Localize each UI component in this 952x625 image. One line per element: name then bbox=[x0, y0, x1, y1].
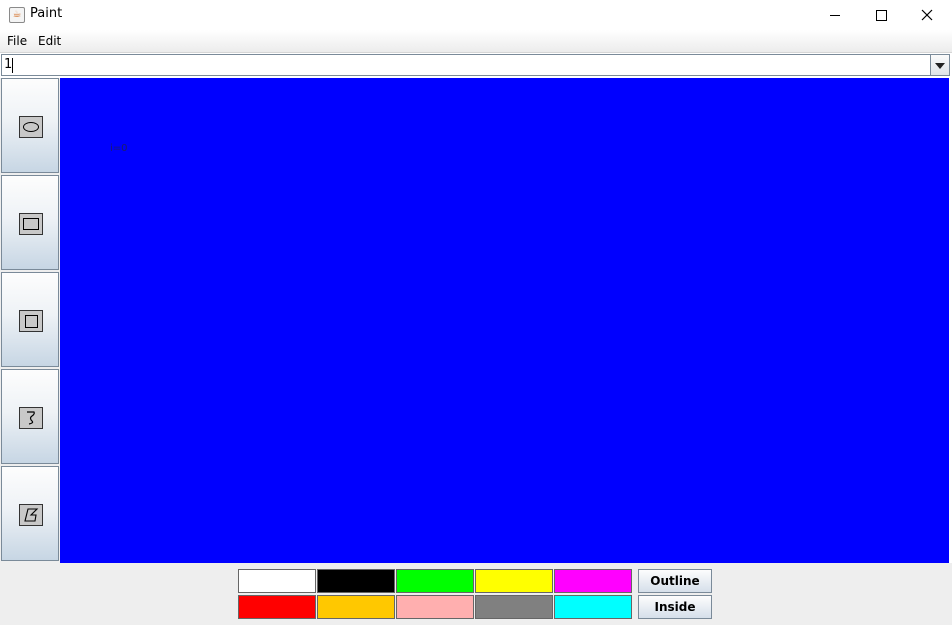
color-swatch-magenta[interactable] bbox=[554, 569, 632, 593]
chevron-down-icon bbox=[935, 63, 945, 69]
color-palette-panel: Outline Inside bbox=[0, 563, 952, 625]
menu-file[interactable]: File bbox=[7, 34, 27, 48]
menu-bar: File Edit bbox=[0, 30, 952, 53]
color-swatch-cyan[interactable] bbox=[554, 595, 632, 619]
tool-ellipse-button[interactable] bbox=[1, 78, 59, 173]
tool-square-button[interactable] bbox=[1, 272, 59, 367]
window-title: Paint bbox=[30, 6, 63, 21]
color-swatch-red[interactable] bbox=[238, 595, 316, 619]
ellipse-icon bbox=[19, 116, 43, 138]
inside-button[interactable]: Inside bbox=[638, 595, 712, 619]
color-swatch-orange[interactable] bbox=[317, 595, 395, 619]
tool-polygon-button[interactable] bbox=[1, 466, 59, 561]
color-swatch-black[interactable] bbox=[317, 569, 395, 593]
tool-rectangle-button[interactable] bbox=[1, 175, 59, 270]
java-cup-icon: ☕ bbox=[9, 7, 25, 23]
text-caret bbox=[12, 58, 13, 73]
outline-button[interactable]: Outline bbox=[638, 569, 712, 593]
color-swatch-white[interactable] bbox=[238, 569, 316, 593]
combo-dropdown-button[interactable] bbox=[930, 55, 949, 75]
close-button[interactable] bbox=[904, 0, 950, 30]
color-swatch-gray[interactable] bbox=[475, 595, 553, 619]
tool-freehand-button[interactable] bbox=[1, 369, 59, 464]
canvas-debug-text: i=0 bbox=[110, 143, 128, 154]
freehand-icon bbox=[19, 407, 43, 429]
square-icon bbox=[19, 310, 43, 332]
color-swatch-green[interactable] bbox=[396, 569, 474, 593]
maximize-icon bbox=[875, 9, 887, 21]
rectangle-icon bbox=[19, 213, 43, 235]
minimize-icon bbox=[830, 14, 840, 16]
menu-edit[interactable]: Edit bbox=[38, 34, 61, 48]
close-icon bbox=[921, 9, 933, 21]
minimize-button[interactable] bbox=[812, 0, 858, 30]
color-swatch-yellow[interactable] bbox=[475, 569, 553, 593]
stroke-width-combo[interactable]: 1 bbox=[1, 54, 950, 76]
drawing-canvas[interactable]: i=0 bbox=[60, 78, 949, 563]
title-bar: ☕ Paint bbox=[0, 0, 952, 30]
maximize-button[interactable] bbox=[858, 0, 904, 30]
tool-panel bbox=[0, 78, 60, 563]
polygon-icon bbox=[19, 504, 43, 526]
color-swatch-pink[interactable] bbox=[396, 595, 474, 619]
